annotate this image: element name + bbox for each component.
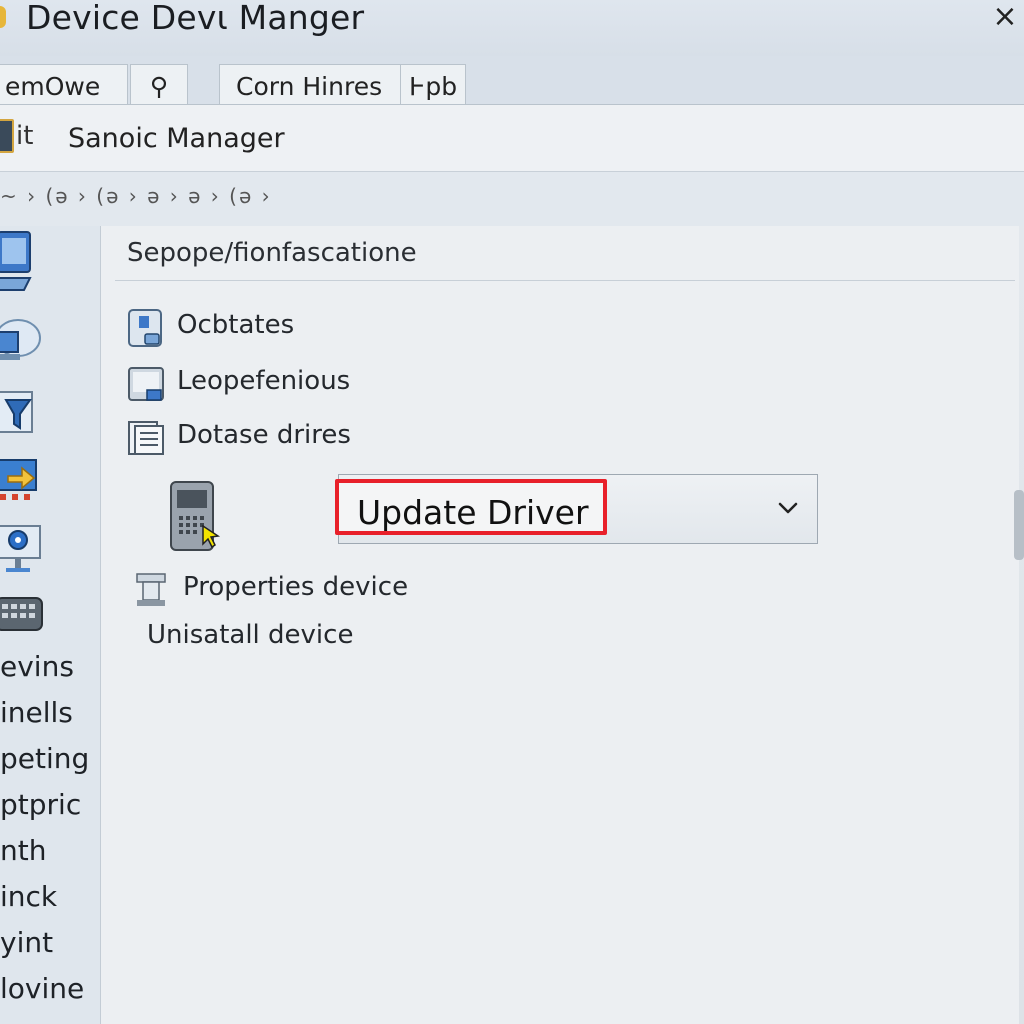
action-dropdown[interactable]: Update Driver — [335, 474, 818, 544]
cloud-network-icon[interactable] — [0, 310, 44, 370]
panel-heading: Sepope/fionfascatione — [127, 238, 417, 268]
header-bar: it Sanoic Manager — [0, 104, 1024, 172]
properties-icon — [136, 573, 166, 606]
keyboard-icon[interactable] — [0, 594, 48, 636]
tab-strip: emOwe ⚲ Corn Hinres Ͱpb — [0, 56, 1024, 104]
device-context-panel: Sepope/fionfascatione Ocbtates Leopefeni… — [100, 226, 1019, 1024]
update-driver-highlight: Update Driver — [335, 479, 607, 535]
header-prefix: it — [16, 121, 34, 151]
monitor-icon[interactable] — [0, 228, 36, 294]
window-title: Device Devι Manger — [26, 0, 365, 37]
window-icon — [128, 367, 164, 401]
webcam-icon[interactable] — [0, 520, 46, 578]
tab-corn-hinres[interactable]: Corn Hinres — [219, 64, 401, 104]
app-icon — [0, 6, 6, 28]
close-button[interactable]: × — [988, 0, 1022, 36]
sidebar-item-yint[interactable]: yint — [0, 926, 53, 959]
menu-item-label: Ocbtates — [177, 310, 295, 340]
chevron-down-icon[interactable] — [775, 495, 801, 521]
update-driver-option[interactable]: Update Driver — [357, 493, 589, 532]
sidebar-item-ptpric[interactable]: ptpric — [0, 788, 81, 821]
sidebar: evins inells peting ptpric nth inck yint… — [0, 226, 100, 1024]
pc-tower-icon — [170, 481, 221, 551]
menu-item-label: Leopefenious — [177, 366, 351, 396]
arrow-folder-icon[interactable] — [0, 454, 40, 508]
sidebar-item-lovine[interactable]: lovine — [0, 972, 84, 1005]
device-manager-icon — [0, 119, 14, 153]
sidebar-item-evins[interactable]: evins — [0, 650, 74, 683]
panel-divider — [115, 280, 1015, 281]
tab-search[interactable]: ⚲ — [130, 64, 188, 104]
vertical-scrollbar[interactable] — [1014, 490, 1024, 560]
header-title: Sanoic Manager — [68, 123, 285, 154]
uninstall-device-option[interactable]: Unisatall device — [147, 620, 353, 650]
funnel-folder-icon[interactable] — [0, 386, 38, 440]
title-bar: Device Devι Manger × — [0, 0, 1024, 56]
breadcrumb: ~ › (ə › (ə › ə › ə › (ə › — [0, 172, 1024, 226]
menu-item-label: Dotase drires — [177, 420, 351, 450]
sidebar-item-inells[interactable]: inells — [0, 696, 73, 729]
sidebar-item-nth[interactable]: nth — [0, 834, 46, 867]
document-list-icon — [128, 421, 164, 455]
device-small-icon — [128, 309, 162, 347]
sidebar-item-inck[interactable]: inck — [0, 880, 57, 913]
sidebar-item-peting[interactable]: peting — [0, 742, 89, 775]
tab-emowe[interactable]: emOwe — [0, 64, 128, 104]
menu-item-label: Properties device — [183, 572, 409, 602]
breadcrumb-path[interactable]: ~ › (ə › (ə › ə › ə › (ə › — [0, 184, 272, 208]
tab-npb[interactable]: Ͱpb — [400, 64, 466, 104]
